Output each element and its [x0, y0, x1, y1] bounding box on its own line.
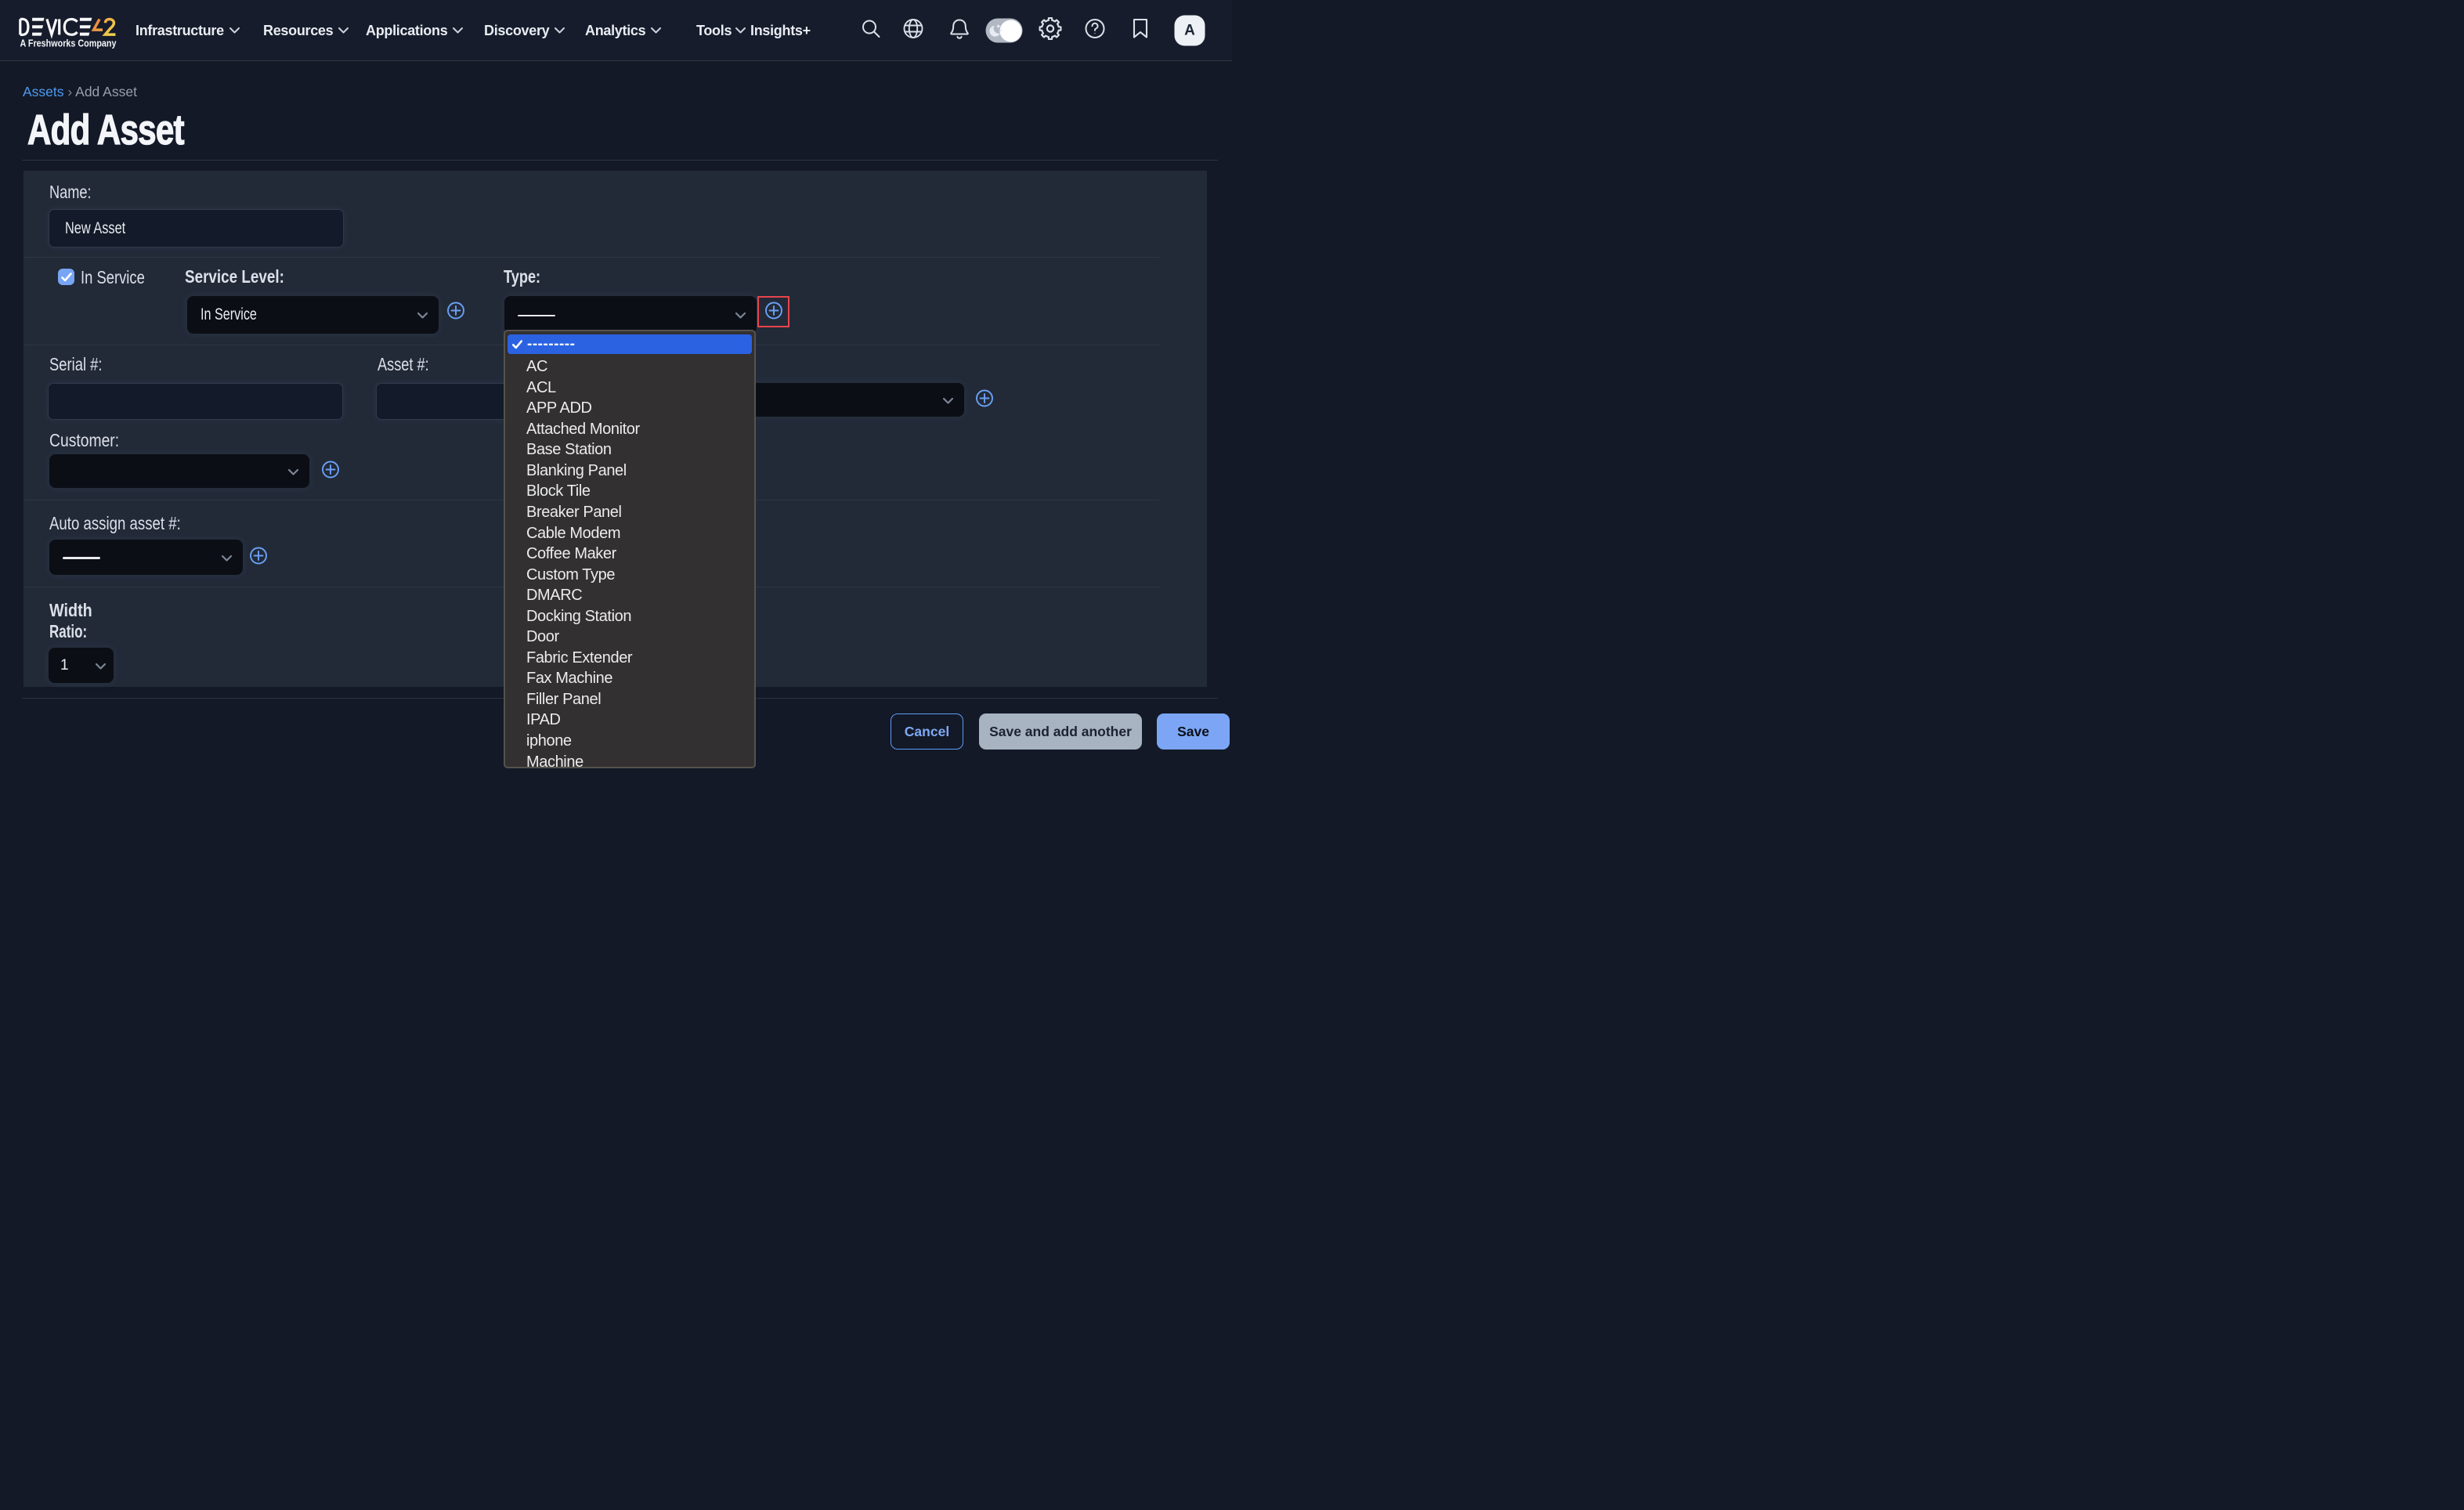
svg-text:A Freshworks Company: A Freshworks Company: [20, 38, 117, 49]
